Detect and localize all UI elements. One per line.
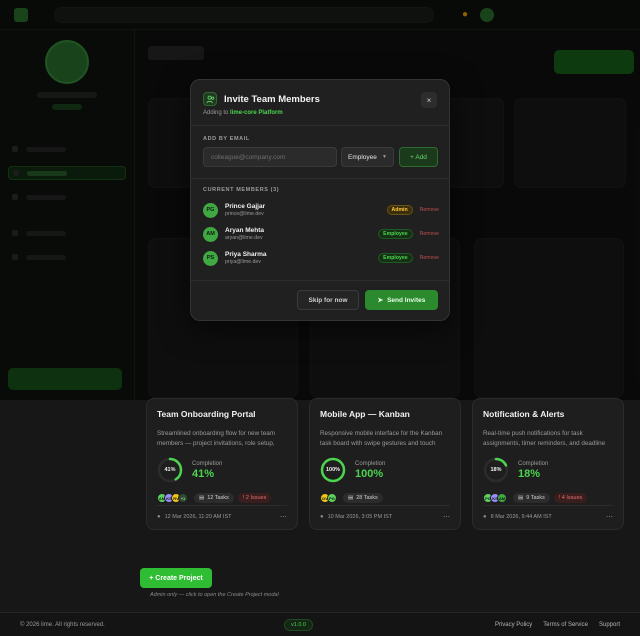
projects-main: Team Onboarding Portal Streamlined onboa… [0,398,640,636]
issues-chip: ! 4 Issues [553,493,588,503]
completion: 100% Completion 100% [320,457,450,483]
member-name: Prince Gajjar [225,203,266,210]
kebab-icon[interactable]: ⋯ [280,513,287,521]
completion-percent: 18% [518,467,541,480]
avatar: PS [203,250,218,266]
card-date: 12 Mar 2026, 11:20 AM IST [164,514,232,520]
member-row: AM Aryan Mehta aryan@lime.dev Employee Re… [203,224,439,244]
list-icon: ▤ [518,495,524,501]
version-badge: v1.0.0 [284,619,313,631]
completion: 41% Completion 41% [157,457,287,483]
clock-icon: ● [483,514,487,520]
member-email: aryan@lime.dev [225,235,263,241]
email-input[interactable] [203,147,337,167]
list-icon: ▤ [199,495,205,501]
member-email: priya@lime.dev [225,259,261,265]
member-email: prince@lime.dev [225,211,264,217]
skip-button[interactable]: Skip for now [297,290,359,310]
card-date: 8 Mar 2026, 9:44 AM IST [490,514,552,520]
tasks-chip: ▤ 12 Tasks [194,493,234,503]
users-icon [203,92,217,106]
completion-percent: 100% [355,467,384,480]
role-badge: Employee [378,253,413,263]
member-row: PS Priya Sharma priya@lime.dev Employee R… [203,248,439,268]
member-name: Priya Sharma [225,251,267,258]
completion-label: Completion [518,460,549,467]
card-description: Streamlined onboarding flow for new team… [157,430,275,447]
tasks-chip: ▤ 28 Tasks [343,493,383,503]
card-title: Team Onboarding Portal [157,409,256,419]
role-select[interactable]: Employee ▼ [341,147,394,167]
remove-button[interactable]: Remove [420,255,439,261]
completion-ring: 41% [157,457,183,483]
avatar: AM [203,226,218,242]
send-icon: ➤ [377,297,384,304]
create-project-hint: Admin only — click to open the Create Pr… [150,592,279,598]
card-description: Responsive mobile interface for the Kanb… [320,430,443,447]
role-badge: Employee [378,229,413,239]
tasks-chip: ▤ 9 Tasks [513,493,550,503]
completion-ring-label: 41% [164,467,176,473]
completion-ring: 100% [320,457,346,483]
role-badge: Admin [386,205,413,215]
card-title: Mobile App — Kanban [320,409,410,419]
clock-icon: ● [320,514,324,520]
project-card[interactable]: Team Onboarding Portal Streamlined onboa… [146,398,298,530]
footer: © 2026 lime. All rights reserved. v1.0.0… [0,612,640,636]
completion: 18% Completion 18% [483,457,613,483]
project-card[interactable]: Notification & Alerts Real-time push not… [472,398,624,530]
member-avatar: AM [497,493,507,503]
card-date: 10 Mar 2026, 3:05 PM IST [327,514,393,520]
list-icon: ▤ [348,495,354,501]
member-avatar-more: +1 [178,493,188,503]
terms-link[interactable]: Terms of Service [543,622,588,628]
card-description: Real-time push notifications for task as… [483,430,606,447]
card-title: Notification & Alerts [483,409,565,419]
remove-button[interactable]: Remove [420,207,439,213]
completion-ring-label: 18% [490,467,502,473]
completion-label: Completion [355,460,386,467]
send-invites-button[interactable]: ➤ Send Invites [365,290,438,310]
project-name: lime-core Platform [230,110,283,116]
support-link[interactable]: Support [599,622,620,628]
clock-icon: ● [157,514,161,520]
completion-ring: 18% [483,457,509,483]
remove-button[interactable]: Remove [420,231,439,237]
completion-percent: 41% [192,467,215,480]
member-row: PG Prince Gajjar prince@lime.dev Admin Re… [203,200,439,220]
current-members-label: CURRENT MEMBERS (3) [203,187,280,193]
add-button[interactable]: + Add [399,147,438,167]
chevron-down-icon: ▼ [382,154,387,160]
avatar: PG [203,202,218,218]
completion-label: Completion [192,460,223,467]
invite-modal: Invite Team Members Adding to lime-core … [190,79,450,321]
kebab-icon[interactable]: ⋯ [443,513,450,521]
modal-subtitle: Adding to lime-core Platform [203,110,283,116]
kebab-icon[interactable]: ⋯ [606,513,613,521]
member-avatar: PG [327,493,337,503]
member-name: Aryan Mehta [225,227,265,234]
project-card[interactable]: Mobile App — Kanban Responsive mobile in… [309,398,461,530]
close-icon[interactable]: × [421,92,437,108]
privacy-link[interactable]: Privacy Policy [495,622,532,628]
completion-ring-label: 100% [325,467,341,473]
issues-chip: ! 2 Issues [237,493,272,503]
add-by-email-label: ADD BY EMAIL [203,136,250,142]
copyright: © 2026 lime. All rights reserved. [20,621,105,628]
create-project-button[interactable]: + Create Project [140,568,212,588]
modal-title: Invite Team Members [224,93,320,105]
